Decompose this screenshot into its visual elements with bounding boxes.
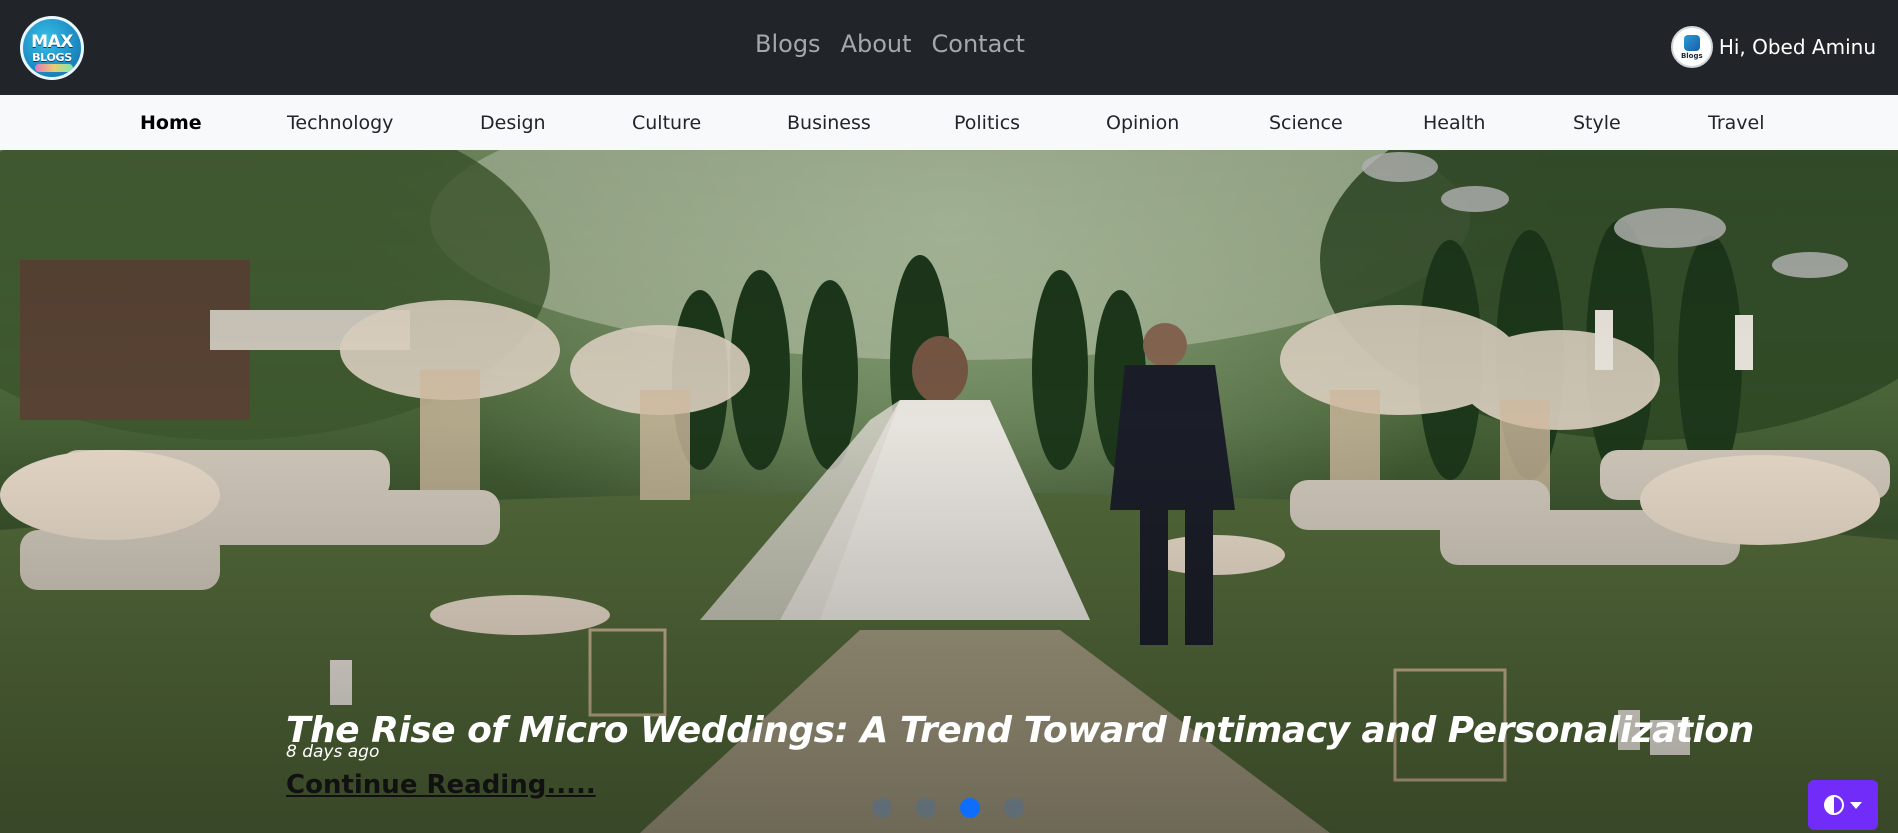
logo-swoosh [35,64,73,72]
category-health[interactable]: Health [1423,114,1485,133]
category-bar: Home Technology Design Culture Business … [0,95,1898,150]
theme-toggle-button[interactable] [1808,780,1878,830]
category-politics[interactable]: Politics [954,114,1020,133]
category-technology[interactable]: Technology [287,114,393,133]
contrast-half-circle-icon [1824,795,1844,815]
hero-timestamp: 8 days ago [286,742,380,762]
logo-text-max: MAX [31,31,73,52]
category-business[interactable]: Business [787,114,871,133]
continue-reading-link[interactable]: Continue Reading..... [286,770,596,800]
category-home[interactable]: Home [140,114,202,133]
carousel-indicator[interactable] [916,798,936,818]
hero-title: The Rise of Micro Weddings: A Trend Towa… [286,709,1754,751]
category-design[interactable]: Design [480,114,546,133]
category-culture[interactable]: Culture [632,114,701,133]
category-opinion[interactable]: Opinion [1106,114,1179,133]
site-logo[interactable]: MAX BLOGS [20,16,84,80]
carousel-indicators [872,798,1024,818]
avatar[interactable]: Blogs [1670,26,1713,68]
main-nav: Blogs About Contact [755,32,1025,56]
user-menu[interactable]: Blogs Hi, Obed Aminu [1670,26,1876,68]
category-science[interactable]: Science [1269,114,1343,133]
avatar-logo-icon [1683,34,1700,51]
nav-link-blogs[interactable]: Blogs [755,32,821,56]
nav-link-contact[interactable]: Contact [932,32,1025,56]
logo-text-blogs: BLOGS [32,50,72,64]
carousel-indicator[interactable] [1004,798,1024,818]
category-style[interactable]: Style [1573,114,1621,133]
top-navbar: MAX BLOGS Blogs About Contact Blogs Hi, … [0,0,1898,95]
carousel-indicator[interactable] [872,798,892,818]
chevron-down-icon [1850,801,1862,809]
hero-carousel[interactable]: The Rise of Micro Weddings: A Trend Towa… [0,150,1898,833]
avatar-text: Blogs [1680,51,1703,60]
category-travel[interactable]: Travel [1708,114,1764,133]
user-greeting[interactable]: Hi, Obed Aminu [1719,35,1876,59]
carousel-indicator-active[interactable] [960,798,980,818]
nav-link-about[interactable]: About [841,32,912,56]
